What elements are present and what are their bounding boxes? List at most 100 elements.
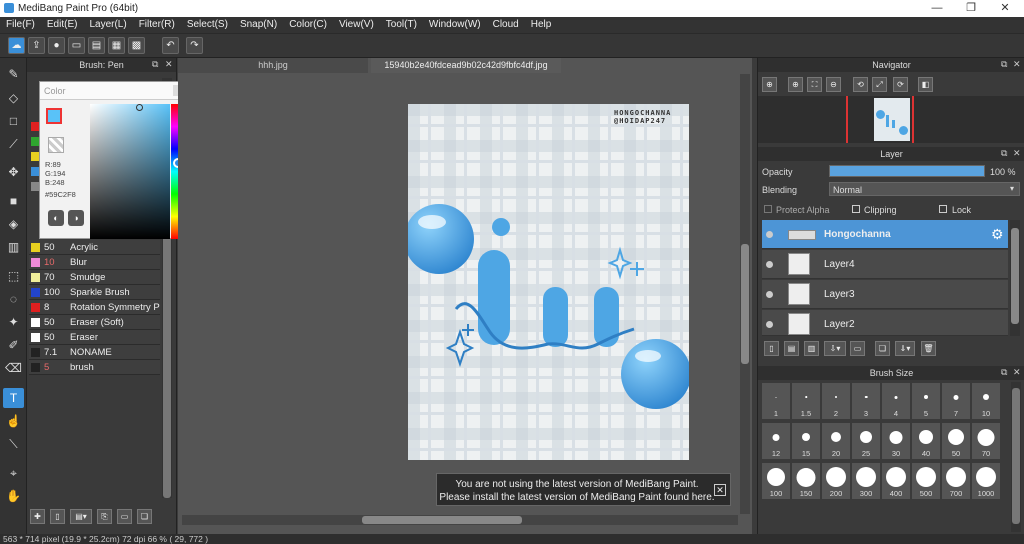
close-button[interactable]: ✕: [988, 0, 1022, 17]
reset-view-icon[interactable]: ⤢: [872, 77, 887, 92]
notice-close-button[interactable]: ✕: [714, 484, 726, 496]
visibility-icon[interactable]: [766, 321, 773, 328]
minimize-button[interactable]: —: [920, 0, 954, 17]
message-icon[interactable]: ▭: [68, 37, 85, 54]
brush-size-option[interactable]: 1000: [971, 462, 1001, 500]
tab-hhh[interactable]: hhh.jpg: [178, 58, 368, 73]
brush-size-option[interactable]: 70: [971, 422, 1001, 460]
brush-list-item[interactable]: 50 Eraser: [29, 330, 160, 345]
layer-folder-icon[interactable]: ▭: [850, 341, 865, 356]
gear-icon[interactable]: ⚙: [991, 226, 1004, 243]
magic-wand-tool-icon[interactable]: ✦: [3, 312, 24, 332]
brush-size-scrollbar[interactable]: [1011, 382, 1021, 532]
brush-size-option[interactable]: 3: [851, 382, 881, 420]
menu-color[interactable]: Color(C): [283, 17, 333, 32]
brush-size-option[interactable]: 1: [761, 382, 791, 420]
zoom-out-icon[interactable]: ⊖: [826, 77, 841, 92]
brush-duplicate-icon[interactable]: ❏: [137, 509, 152, 524]
line-tool-icon[interactable]: ⟋: [3, 134, 24, 154]
eraser-tool-icon[interactable]: ◇: [3, 88, 24, 108]
gradient-tool-icon[interactable]: ▥: [3, 237, 24, 257]
float-icon[interactable]: ⧉: [152, 59, 158, 70]
close-panel-icon[interactable]: ✕: [165, 59, 173, 70]
fill-rect-tool-icon[interactable]: ■: [3, 191, 24, 211]
brush-size-option[interactable]: 4: [881, 382, 911, 420]
clipping-checkbox[interactable]: [852, 205, 860, 213]
vertical-scrollbar[interactable]: [740, 74, 750, 514]
foreground-color-swatch[interactable]: [46, 108, 62, 124]
brush-list-item[interactable]: 5 brush: [29, 360, 160, 375]
brush-size-option[interactable]: 700: [941, 462, 971, 500]
brush-size-option[interactable]: 10: [971, 382, 1001, 420]
new-8bit-layer-icon[interactable]: ▥: [804, 341, 819, 356]
menu-cloud[interactable]: Cloud: [487, 17, 525, 32]
new-layer-icon[interactable]: ▯: [764, 341, 779, 356]
zoom-in-2-icon[interactable]: ⊕: [788, 77, 803, 92]
menu-filter[interactable]: Filter(R): [133, 17, 181, 32]
brush-list-item[interactable]: 8 Rotation Symmetry Pe: [29, 300, 160, 315]
brush-size-option[interactable]: 15: [791, 422, 821, 460]
bucket-tool-icon[interactable]: ◈: [3, 214, 24, 234]
layer-row[interactable]: Layer2: [762, 310, 1008, 336]
add-brush-icon[interactable]: ✚: [30, 509, 45, 524]
brush-list-item[interactable]: 7.1 NONAME: [29, 345, 160, 360]
layer-row[interactable]: Hongochanna ⚙: [762, 220, 1008, 249]
menu-file[interactable]: File(F): [0, 17, 41, 32]
layer-menu-icon[interactable]: ⇩▾: [824, 341, 846, 356]
brush-size-option[interactable]: 40: [911, 422, 941, 460]
delete-layer-icon[interactable]: 🗑: [921, 341, 936, 356]
hand-tool-icon[interactable]: ✋: [3, 486, 24, 506]
brush-list-item[interactable]: 70 Smudge: [29, 270, 160, 285]
visibility-icon[interactable]: [766, 261, 773, 268]
brush-size-option[interactable]: 30: [881, 422, 911, 460]
brush-size-option[interactable]: 500: [911, 462, 941, 500]
layer-float-icon[interactable]: ⧉: [1001, 148, 1007, 159]
palette-icon[interactable]: ◐: [48, 210, 64, 226]
comment-icon[interactable]: ●: [48, 37, 65, 54]
brush-size-option[interactable]: 150: [791, 462, 821, 500]
visibility-icon[interactable]: [766, 291, 773, 298]
rectangle-tool-icon[interactable]: □: [3, 111, 24, 131]
rotate-right-icon[interactable]: ⟳: [893, 77, 908, 92]
brush-size-close-icon[interactable]: ✕: [1013, 367, 1021, 378]
brush-size-option[interactable]: 7: [941, 382, 971, 420]
brush-list-item[interactable]: 10 Blur: [29, 255, 160, 270]
blending-select[interactable]: Normal ▾: [829, 182, 1020, 196]
color-history-icon[interactable]: ◑: [68, 210, 84, 226]
brush-size-option[interactable]: 400: [881, 462, 911, 500]
brush-copy-icon[interactable]: ⎘: [97, 509, 112, 524]
new-halftone-layer-icon[interactable]: ▤: [784, 341, 799, 356]
grid-icon[interactable]: ▩: [128, 37, 145, 54]
redo-icon[interactable]: ↷: [186, 37, 203, 54]
protect-alpha-checkbox[interactable]: [764, 205, 772, 213]
brush-size-option[interactable]: 12: [761, 422, 791, 460]
page-icon[interactable]: ▤: [88, 37, 105, 54]
layer-row[interactable]: Layer3: [762, 280, 1008, 309]
document-canvas[interactable]: HONGOCHANNA @HOIDAP247: [408, 104, 689, 460]
move-tool-icon[interactable]: ✥: [3, 162, 24, 182]
maximize-button[interactable]: ❐: [954, 0, 988, 17]
text-tool-icon[interactable]: T: [3, 388, 24, 408]
select-eraser-tool-icon[interactable]: ⌫: [3, 358, 24, 378]
brush-size-option[interactable]: 100: [761, 462, 791, 500]
brush-folder-icon[interactable]: ▭: [117, 509, 132, 524]
brush-list-item[interactable]: 50 Acrylic: [29, 240, 160, 255]
menu-select[interactable]: Select(S): [181, 17, 234, 32]
merge-layer-icon[interactable]: ⇓▾: [895, 341, 915, 356]
select-pen-tool-icon[interactable]: ✐: [3, 335, 24, 355]
lock-checkbox[interactable]: [939, 205, 947, 213]
menu-help[interactable]: Help: [525, 17, 558, 32]
layer-close-icon[interactable]: ✕: [1013, 148, 1021, 159]
select-tool-icon[interactable]: ⬚: [3, 266, 24, 286]
operation-tool-icon[interactable]: ☝: [3, 411, 24, 431]
undo-icon[interactable]: ↶: [162, 37, 179, 54]
eyedropper-tool-icon[interactable]: ⌖: [3, 463, 24, 483]
navigator-float-icon[interactable]: ⧉: [1001, 59, 1007, 70]
brush-size-option[interactable]: 50: [941, 422, 971, 460]
brush-size-option[interactable]: 2: [821, 382, 851, 420]
lasso-tool-icon[interactable]: ◌: [3, 289, 24, 309]
menu-window[interactable]: Window(W): [423, 17, 487, 32]
menu-snap[interactable]: Snap(N): [234, 17, 283, 32]
divide-tool-icon[interactable]: ⟍: [3, 434, 24, 454]
menu-tool[interactable]: Tool(T): [380, 17, 423, 32]
